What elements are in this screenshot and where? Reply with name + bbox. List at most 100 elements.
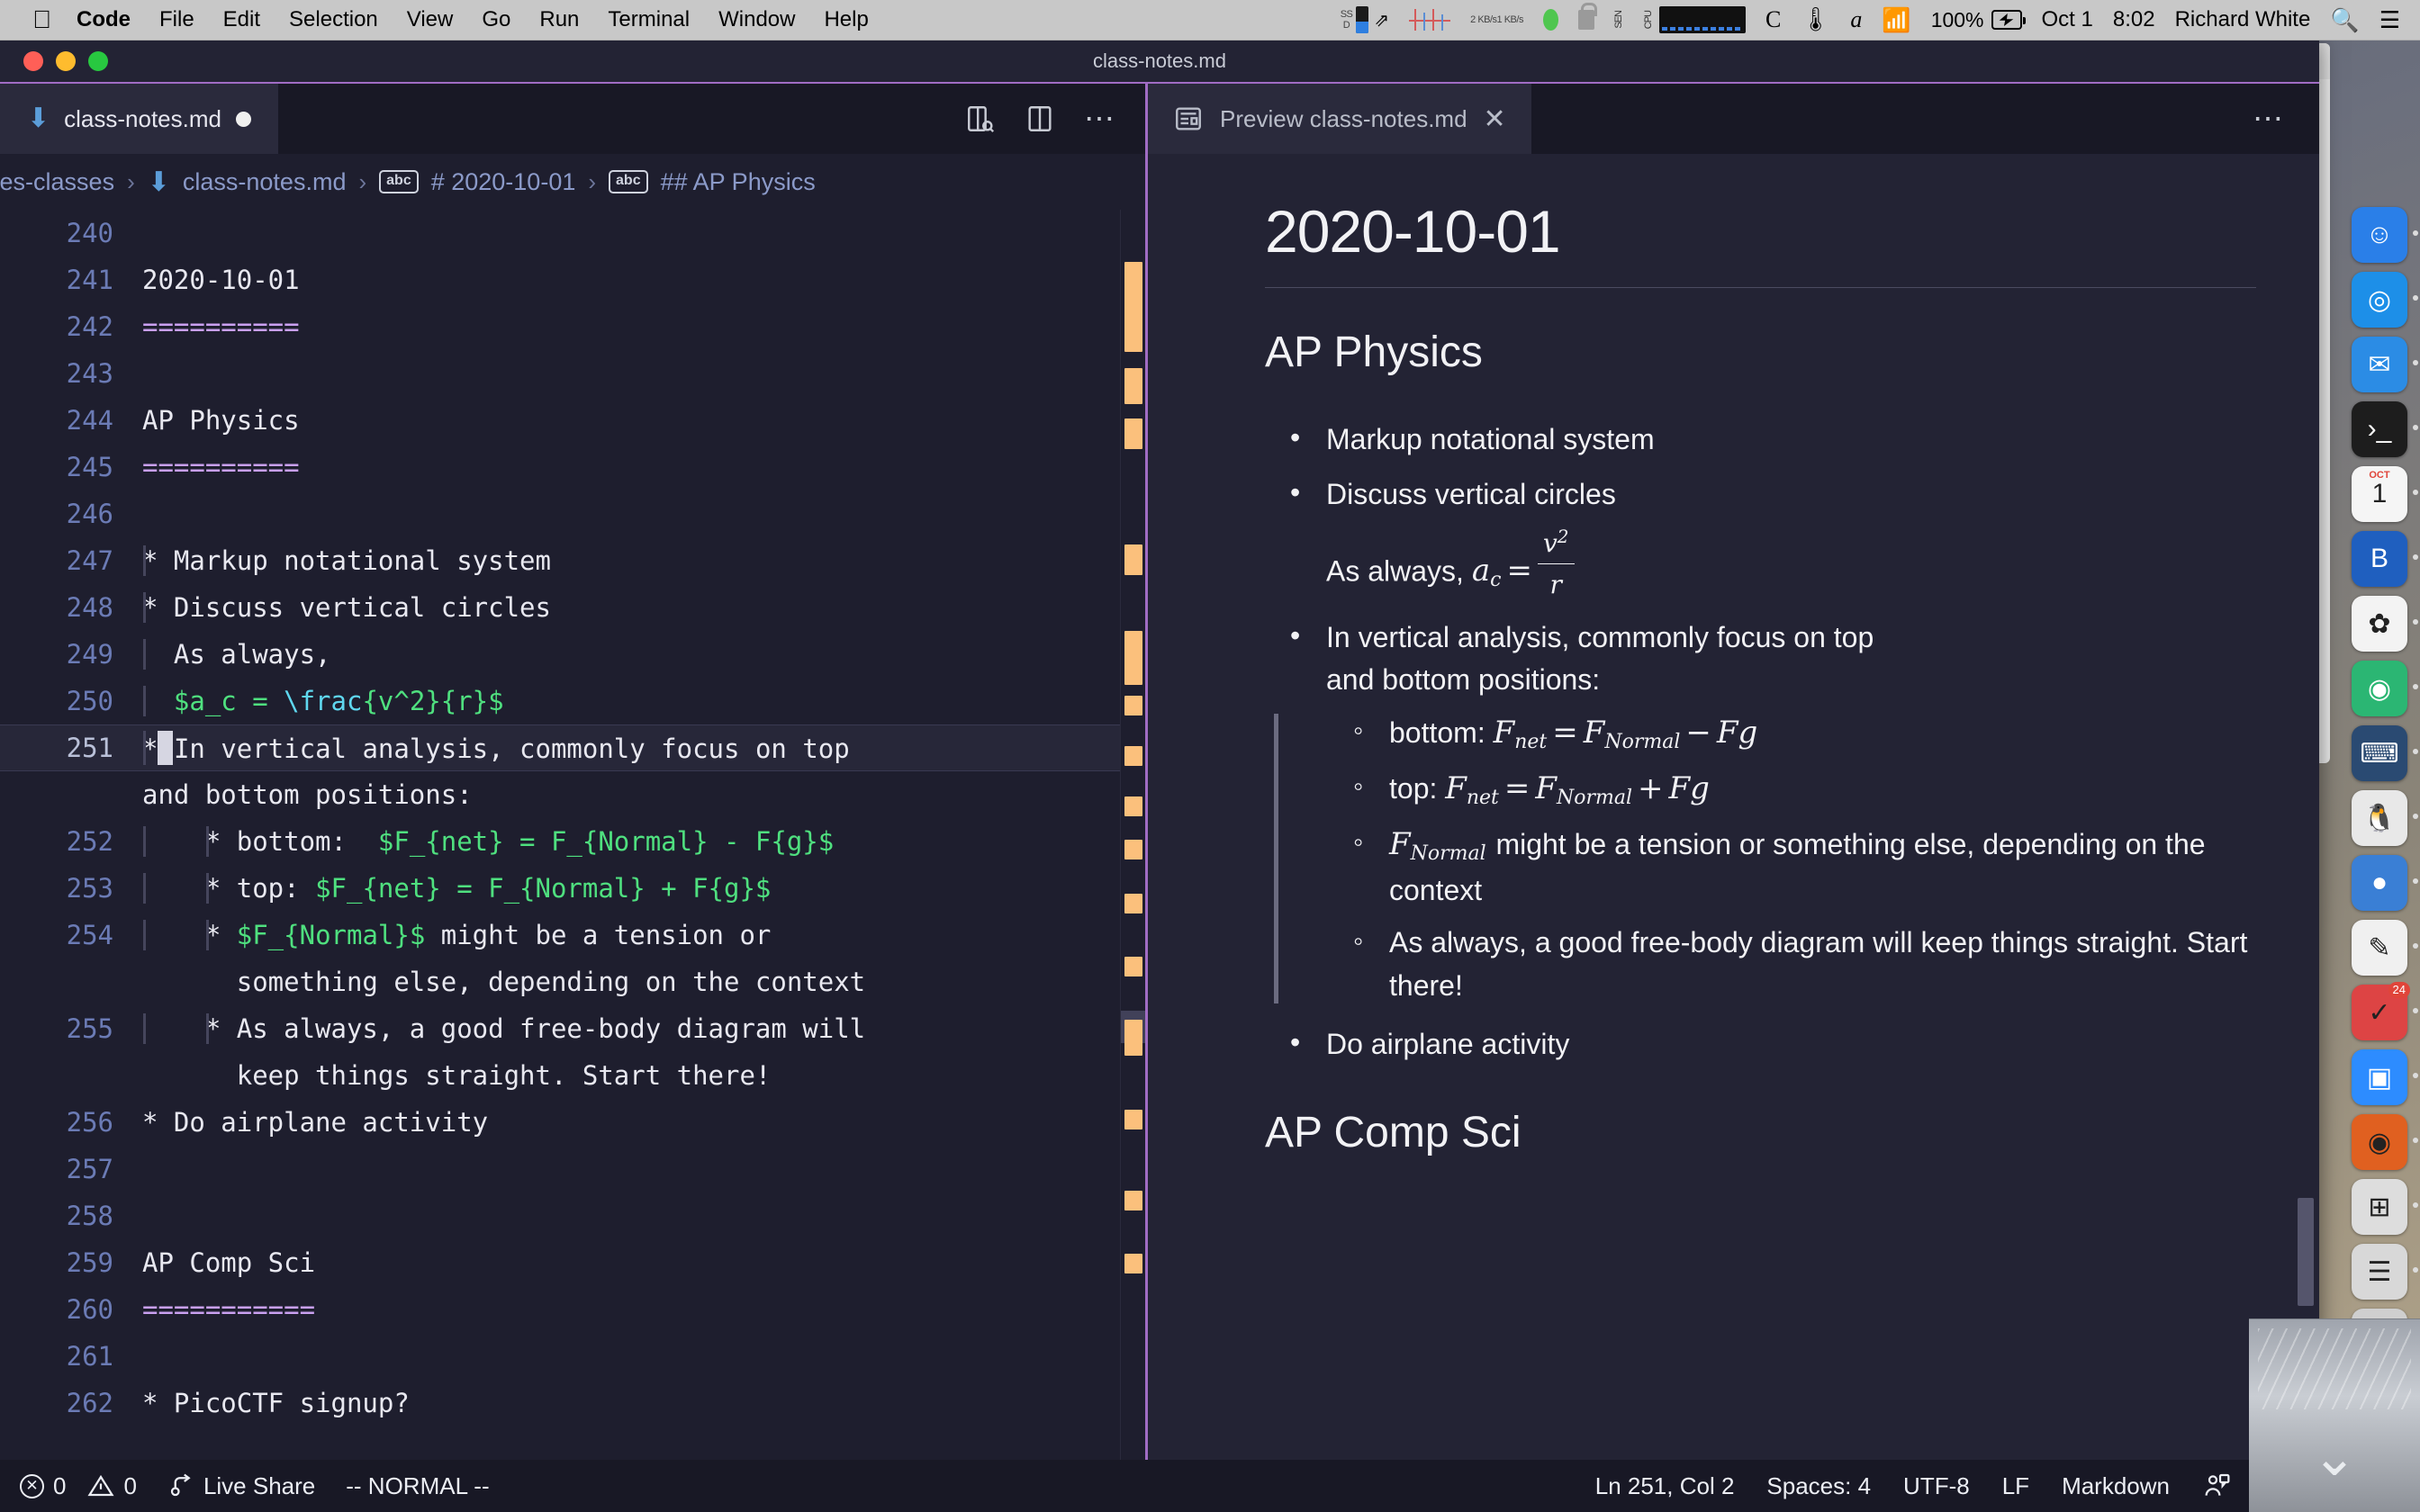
- desktop-photo-thumbnail[interactable]: ⌄: [2249, 1318, 2420, 1512]
- menubar-date[interactable]: Oct 1: [2042, 7, 2093, 32]
- breadcrumb-item[interactable]: class-notes.md: [183, 168, 347, 196]
- menu-item-terminal[interactable]: Terminal: [608, 7, 690, 32]
- code-line[interactable]: 257: [0, 1146, 1120, 1192]
- code-line-text[interactable]: $a_c = \frac{v^2}{r}$: [142, 686, 1120, 716]
- code-line[interactable]: 259 AP Comp Sci: [0, 1239, 1120, 1286]
- code-line-text[interactable]: * bottom: $F_{net} = F_{Normal} - F{g}$: [142, 826, 1120, 857]
- breadcrumb-item[interactable]: # 2020-10-01: [431, 168, 576, 196]
- code-line[interactable]: 246: [0, 490, 1120, 537]
- more-actions-icon[interactable]: ⋯: [1084, 103, 1115, 134]
- status-cursor-position[interactable]: Ln 251, Col 2: [1595, 1472, 1735, 1500]
- code-line-text[interactable]: * Do airplane activity: [142, 1107, 1120, 1138]
- dock-item-tux[interactable]: 🐧: [2352, 790, 2418, 846]
- status-language-mode[interactable]: Markdown: [2062, 1472, 2170, 1500]
- dock-item-vscode[interactable]: ⌨: [2352, 725, 2418, 781]
- dock-item-chat[interactable]: ●: [2352, 855, 2418, 911]
- menubar-user[interactable]: Richard White: [2175, 7, 2311, 32]
- editor-tabbar[interactable]: ⬇ class-notes.md ⋯: [0, 84, 1145, 154]
- status-problems[interactable]: ✕ 0 0: [20, 1472, 137, 1500]
- preview-group[interactable]: Preview class-notes.md ✕ ⋯ 2020-10-01 AP…: [1145, 82, 2319, 1460]
- status-green-dot-icon[interactable]: [1542, 9, 1558, 31]
- wifi-icon[interactable]: 📶: [1882, 6, 1910, 34]
- dock-item-bitwarden[interactable]: B: [2352, 531, 2418, 587]
- markdown-preview-content[interactable]: 2020-10-01 AP Physics Markup notational …: [1148, 154, 2319, 1460]
- menu-item-code[interactable]: Code: [77, 7, 131, 32]
- dock-item-todo[interactable]: ✓ 24: [2352, 982, 2418, 1040]
- alfred-hat-icon[interactable]: a: [1850, 6, 1862, 33]
- menubar-time[interactable]: 8:02: [2113, 7, 2155, 32]
- maximize-window-button[interactable]: [88, 51, 108, 71]
- code-line-text[interactable]: * PicoCTF signup?: [142, 1388, 1120, 1418]
- ssd-monitor-icon[interactable]: SS D ⇗: [1341, 6, 1389, 33]
- code-line[interactable]: 243: [0, 350, 1120, 397]
- code-line-text[interactable]: ==========: [142, 452, 1120, 482]
- code-line[interactable]: 253 * top: $F_{net} = F_{Normal} + F{g}$: [0, 865, 1120, 912]
- code-line[interactable]: 258: [0, 1192, 1120, 1239]
- dock-item-finder[interactable]: ☺: [2352, 207, 2418, 263]
- tab-preview-class-notes[interactable]: Preview class-notes.md ✕: [1148, 84, 1531, 154]
- code-line[interactable]: 245 ==========: [0, 444, 1120, 490]
- macos-dock[interactable]: ☺◎✉›_OCT1B✿◉⌨🐧●✎✓24▣◉⊞☰♻: [2339, 207, 2420, 1364]
- code-line[interactable]: 254 * $F_{Normal}$ might be a tension or: [0, 912, 1120, 958]
- dock-item-mail[interactable]: ✉: [2352, 337, 2418, 392]
- breadcrumb[interactable]: notes-classes › ⬇ class-notes.md › abc # 2020-…: [0, 154, 1145, 210]
- cpu-indicator[interactable]: CPU: [1643, 6, 1746, 33]
- network-graph-icon[interactable]: [1409, 7, 1451, 32]
- vscode-window[interactable]: class-notes.md ⬇ class-notes.md ⋯ es-cla…: [0, 40, 2319, 1512]
- preview-tab-actions[interactable]: ⋯: [2253, 84, 2319, 154]
- preview-tabbar[interactable]: Preview class-notes.md ✕ ⋯: [1148, 84, 2319, 154]
- code-line-text[interactable]: ==========: [142, 311, 1120, 342]
- sensors-indicator[interactable]: SEN: [1613, 11, 1624, 29]
- search-icon[interactable]: 🔍: [2330, 6, 2359, 34]
- menu-item-run[interactable]: Run: [539, 7, 579, 32]
- dock-item-calculator[interactable]: ⊞: [2352, 1179, 2418, 1235]
- code-line-text[interactable]: * $F_{Normal}$ might be a tension or: [142, 920, 1120, 950]
- code-line[interactable]: 255 * As always, a good free-body diagra…: [0, 1005, 1120, 1052]
- code-line-text[interactable]: something else, depending on the context: [142, 967, 1120, 997]
- status-indentation[interactable]: Spaces: 4: [1766, 1472, 1871, 1500]
- status-encoding[interactable]: UTF-8: [1903, 1472, 1970, 1500]
- code-line[interactable]: 242 ==========: [0, 303, 1120, 350]
- status-bar[interactable]: ✕ 0 0 Live Share -- NORMAL -- Ln 251, Co…: [0, 1460, 2319, 1512]
- dock-item-notes[interactable]: ✎: [2352, 920, 2418, 976]
- window-controls[interactable]: [0, 51, 108, 71]
- dock-item-messenger[interactable]: ◉: [2352, 661, 2418, 716]
- split-editor-icon[interactable]: [1025, 104, 1055, 134]
- dock-item-terminal[interactable]: ›_: [2352, 401, 2418, 457]
- menu-item-file[interactable]: File: [159, 7, 194, 32]
- code-line-text[interactable]: 2020-10-01: [142, 265, 1120, 295]
- code-line[interactable]: 256 * Do airplane activity: [0, 1099, 1120, 1146]
- code-line[interactable]: and bottom positions:: [0, 771, 1120, 818]
- code-line-text[interactable]: * In vertical analysis, commonly focus o…: [142, 731, 1120, 765]
- code-line-text[interactable]: and bottom positions:: [142, 779, 1120, 810]
- feedback-person-icon[interactable]: [2202, 1472, 2231, 1500]
- control-center-icon[interactable]: ☰: [2379, 6, 2400, 34]
- code-line[interactable]: 244 AP Physics: [0, 397, 1120, 444]
- more-actions-icon[interactable]: ⋯: [2253, 103, 2283, 134]
- code-line-text[interactable]: * As always, a good free-body diagram wi…: [142, 1013, 1120, 1044]
- dock-item-files[interactable]: ☰: [2352, 1244, 2418, 1300]
- close-window-button[interactable]: [23, 51, 43, 71]
- code-line[interactable]: 262 * PicoCTF signup?: [0, 1380, 1120, 1426]
- menu-item-go[interactable]: Go: [482, 7, 510, 32]
- apple-logo-icon[interactable]: : [32, 7, 51, 32]
- lock-icon[interactable]: [1577, 3, 1597, 30]
- menu-item-help[interactable]: Help: [824, 7, 868, 32]
- code-line-text[interactable]: AP Physics: [142, 405, 1120, 436]
- code-line-text[interactable]: * Markup notational system: [142, 545, 1120, 576]
- preview-scrollbar-thumb[interactable]: [2298, 1198, 2314, 1306]
- close-icon[interactable]: ✕: [1484, 104, 1506, 135]
- code-line[interactable]: 240: [0, 210, 1120, 256]
- code-editor[interactable]: 240 241 2020-10-01 242 ========== 243 244 AP Ph…: [0, 210, 1145, 1460]
- menu-item-selection[interactable]: Selection: [289, 7, 378, 32]
- code-line[interactable]: 248 * Discuss vertical circles: [0, 584, 1120, 631]
- editor-tab-actions[interactable]: ⋯: [965, 84, 1145, 154]
- dock-item-firefox[interactable]: ◉: [2352, 1114, 2418, 1170]
- code-line[interactable]: 260 ===========: [0, 1286, 1120, 1333]
- battery-indicator[interactable]: 100%: [1931, 8, 2026, 32]
- code-line[interactable]: 250 $a_c = \frac{v^2}{r}$: [0, 678, 1120, 724]
- code-line[interactable]: keep things straight. Start there!: [0, 1052, 1120, 1099]
- tab-class-notes-md[interactable]: ⬇ class-notes.md: [0, 84, 279, 154]
- editor-group[interactable]: ⬇ class-notes.md ⋯ es-classes › ⬇ class-…: [0, 82, 1145, 1460]
- overview-ruler[interactable]: [1120, 210, 1145, 1460]
